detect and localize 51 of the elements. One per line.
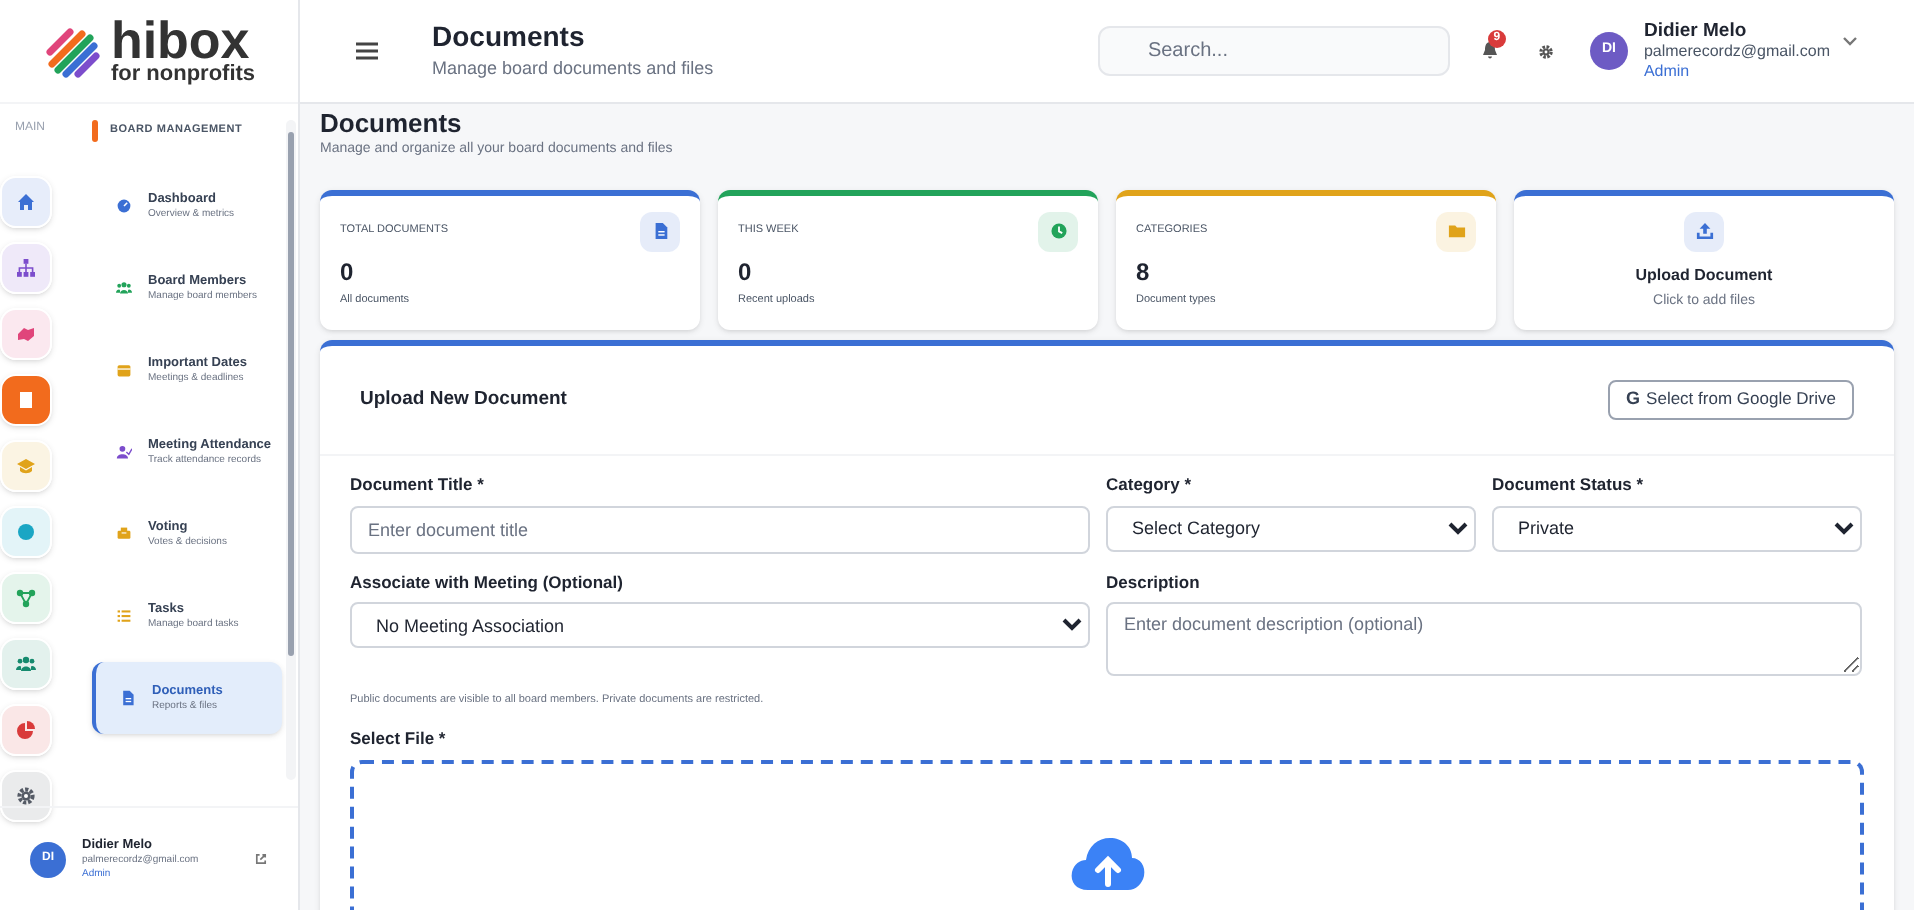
button-label: Select from Google Drive: [1646, 386, 1836, 413]
cloud-upload-icon: [1069, 836, 1145, 893]
nav-rail-button[interactable]: [0, 506, 52, 558]
clock-icon: [1049, 222, 1067, 241]
nav-rail-button[interactable]: [0, 308, 52, 360]
user-email: palmerecordz@gmail.com: [1643, 42, 1830, 63]
user-role: Admin: [1643, 62, 1692, 83]
page-title: Documents: [432, 20, 587, 55]
building-icon: [16, 390, 36, 410]
google-logo: G: [1626, 386, 1641, 412]
page-subtitle: Manage board documents and files: [432, 55, 714, 82]
field-label: Document Status *: [1492, 471, 1646, 497]
stat-value: 0: [340, 259, 356, 284]
nav-rail-button[interactable]: [0, 572, 52, 624]
field-label: Description: [1106, 569, 1202, 595]
google-drive-button[interactable]: G Select from Google Drive: [1608, 379, 1854, 420]
dropdown[interactable]: No Meeting Association: [350, 602, 1090, 649]
nav-rail-button[interactable]: [0, 638, 52, 690]
upload-icon: [1695, 222, 1713, 241]
field-label: Associate with Meeting (Optional): [350, 569, 625, 595]
nav-rail-button[interactable]: [0, 770, 52, 822]
nav-rail-button[interactable]: [0, 704, 52, 756]
card-title: Upload Document: [1635, 263, 1773, 288]
user-name: Didier Melo: [1643, 19, 1749, 43]
search-field[interactable]: Search...: [1097, 26, 1450, 76]
document-icon: [651, 222, 669, 241]
chevron-down-icon[interactable]: [1842, 36, 1858, 46]
settings-icon[interactable]: [1537, 43, 1554, 59]
file-drop-zone[interactable]: [350, 760, 1864, 910]
logo-wordmark: hibox: [110, 16, 250, 64]
dropdown[interactable]: Select Category: [1106, 505, 1476, 551]
logo-tagline: for nonprofits: [110, 64, 256, 86]
field-label: Document Title *: [350, 471, 486, 497]
dropdown[interactable]: Private: [1492, 505, 1862, 551]
section-marker: [92, 120, 98, 142]
menu-icon[interactable]: [356, 42, 378, 60]
description-input[interactable]: Enter document description (optional): [1106, 602, 1862, 677]
nav-rail-button[interactable]: [0, 176, 52, 228]
stat-value: 8: [1136, 259, 1152, 284]
text-input[interactable]: Enter document title: [350, 505, 1090, 553]
external-link-icon[interactable]: [254, 852, 268, 866]
nav-rail-button[interactable]: [0, 242, 52, 294]
scrollbar[interactable]: [286, 120, 296, 780]
section-title: Documents: [320, 108, 464, 141]
stat-value: 0: [738, 259, 754, 284]
field-label: Category *: [1106, 471, 1194, 497]
field-label: Select File *: [348, 725, 448, 751]
nav-rail-button[interactable]: [0, 374, 52, 426]
logo-icon: [42, 23, 103, 79]
form-title: Upload New Document: [360, 385, 567, 414]
folder-icon: [1447, 222, 1465, 241]
